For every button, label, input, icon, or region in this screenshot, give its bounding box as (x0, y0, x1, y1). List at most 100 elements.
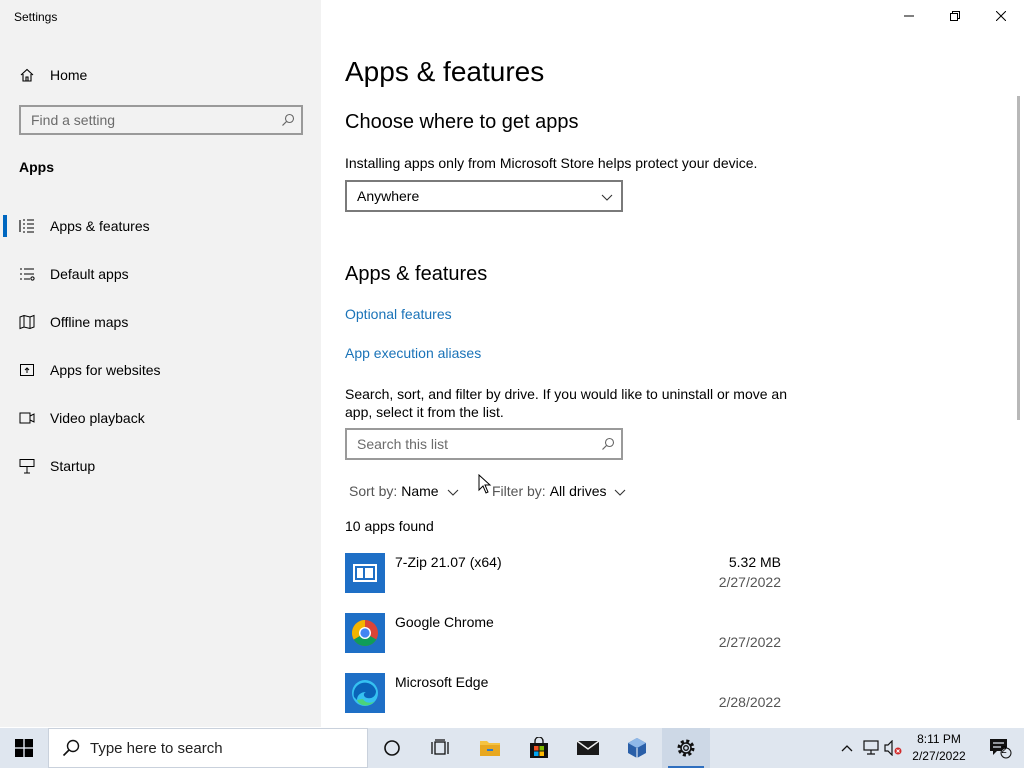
default-apps-icon (19, 266, 35, 282)
windows-logo-icon (15, 739, 33, 757)
clock-date: 2/27/2022 (912, 749, 966, 763)
search-list-box[interactable] (345, 428, 623, 460)
taskbar-search-box[interactable]: Type here to search (48, 728, 368, 768)
sidebar-item-default-apps[interactable]: Default apps (0, 250, 321, 298)
search-list-input[interactable] (347, 430, 607, 458)
app-size: 5.32 MB (728, 554, 781, 570)
sidebar-item-video-playback[interactable]: Video playback (0, 394, 321, 442)
find-setting-box[interactable] (19, 105, 303, 135)
close-icon (996, 11, 1006, 21)
chevron-up-icon[interactable] (838, 739, 856, 757)
filter-by-value: All drives (549, 483, 607, 499)
virtualbox-icon (628, 738, 646, 758)
app-name: Google Chrome (395, 614, 494, 630)
restore-button[interactable] (932, 0, 978, 32)
edge-icon (345, 673, 385, 713)
chevron-down-icon (614, 485, 626, 497)
sort-by-label: Sort by: (349, 483, 398, 499)
sidebar-item-label: Default apps (50, 266, 129, 282)
sidebar-item-startup[interactable]: Startup (0, 442, 321, 490)
app-name: 7-Zip 21.07 (x64) (395, 554, 502, 570)
window-caption-buttons (886, 0, 1024, 32)
home-nav-item[interactable]: Home (19, 64, 87, 86)
clock-time: 8:11 PM (917, 732, 961, 746)
content-scrollbar[interactable] (1017, 96, 1020, 420)
taskbar-search-placeholder: Type here to search (90, 739, 223, 757)
minimize-button[interactable] (886, 0, 932, 32)
apps-features-heading: Apps & features (345, 263, 488, 285)
list-icon (19, 218, 35, 234)
video-icon (19, 410, 35, 426)
7zip-icon (345, 553, 385, 593)
task-view-icon (431, 739, 449, 755)
app-install-date: 2/27/2022 (718, 574, 781, 590)
app-list-item[interactable]: Google Chrome 2/27/2022 (345, 613, 785, 657)
restore-icon (950, 11, 960, 21)
app-name: Microsoft Edge (395, 674, 489, 690)
microsoft-store-button[interactable] (515, 728, 563, 768)
minimize-icon (904, 15, 914, 17)
choose-apps-description: Installing apps only from Microsoft Stor… (345, 155, 758, 171)
sidebar-item-apps-features[interactable]: Apps & features (0, 202, 321, 250)
sidebar-item-apps-for-websites[interactable]: Apps for websites (0, 346, 321, 394)
app-install-date: 2/28/2022 (718, 694, 781, 710)
sidebar-item-label: Startup (50, 458, 96, 474)
app-source-value: Anywhere (357, 188, 420, 204)
mail-button[interactable] (564, 728, 612, 768)
home-icon (19, 67, 35, 83)
sort-by-value: Name (401, 483, 439, 499)
app-install-date: 2/27/2022 (718, 634, 781, 650)
sidebar-nav: Apps & features Default apps Offline map… (0, 202, 321, 490)
home-label: Home (50, 67, 88, 83)
taskbar: Type here to search 8:11 PM 2/27/2022 2 (0, 728, 1024, 768)
apps-found-count: 10 apps found (345, 518, 434, 534)
file-explorer-button[interactable] (466, 728, 514, 768)
filter-by-dropdown[interactable]: Filter by: All drives (492, 483, 626, 499)
settings-sidebar: Settings Home Apps Apps & features Defau… (0, 0, 321, 727)
filter-by-label: Filter by: (492, 483, 546, 499)
sidebar-item-offline-maps[interactable]: Offline maps (0, 298, 321, 346)
app-execution-aliases-link[interactable]: App execution aliases (345, 345, 481, 361)
sidebar-item-label: Offline maps (50, 314, 129, 330)
sidebar-item-label: Apps for websites (50, 362, 161, 378)
cortana-button[interactable] (368, 728, 416, 768)
store-icon (530, 737, 548, 758)
sort-by-dropdown[interactable]: Sort by: Name (349, 483, 459, 499)
settings-taskbar-button[interactable] (662, 728, 710, 768)
chrome-icon (345, 613, 385, 653)
volume-muted-icon[interactable] (882, 739, 904, 757)
sidebar-item-label: Video playback (50, 410, 145, 426)
app-list-item[interactable]: 7-Zip 21.07 (x64) 5.32 MB 2/27/2022 (345, 553, 785, 597)
window-title: Settings (14, 10, 58, 24)
virtualbox-button[interactable] (613, 728, 661, 768)
search-icon (62, 739, 80, 757)
action-center-button[interactable]: 2 (976, 728, 1024, 768)
sidebar-section-apps: Apps (19, 159, 54, 175)
close-button[interactable] (978, 0, 1024, 32)
page-title: Apps & features (345, 56, 545, 87)
find-setting-input[interactable] (21, 107, 281, 133)
optional-features-link[interactable]: Optional features (345, 306, 452, 322)
mail-icon (576, 740, 600, 755)
map-icon (19, 314, 35, 330)
network-icon[interactable] (860, 739, 882, 757)
system-tray (838, 728, 904, 768)
taskbar-clock[interactable]: 8:11 PM 2/27/2022 (903, 731, 975, 765)
choose-apps-heading: Choose where to get apps (345, 111, 579, 133)
mouse-cursor-icon (478, 473, 492, 499)
app-source-dropdown[interactable]: Anywhere (345, 180, 623, 212)
folder-icon (480, 741, 500, 756)
search-icon (601, 437, 615, 451)
task-view-button[interactable] (416, 728, 464, 768)
gear-icon (677, 739, 695, 757)
search-sort-description: Search, sort, and filter by drive. If yo… (345, 386, 787, 420)
chevron-down-icon (447, 485, 459, 497)
search-icon (281, 113, 295, 127)
start-button[interactable] (0, 728, 48, 768)
sidebar-item-label: Apps & features (50, 218, 150, 234)
open-in-app-icon (19, 362, 35, 378)
startup-icon (19, 458, 35, 474)
chevron-down-icon (601, 190, 613, 202)
notification-badge: 2 (1001, 745, 1007, 756)
app-list-item[interactable]: Microsoft Edge 2/28/2022 (345, 673, 785, 717)
